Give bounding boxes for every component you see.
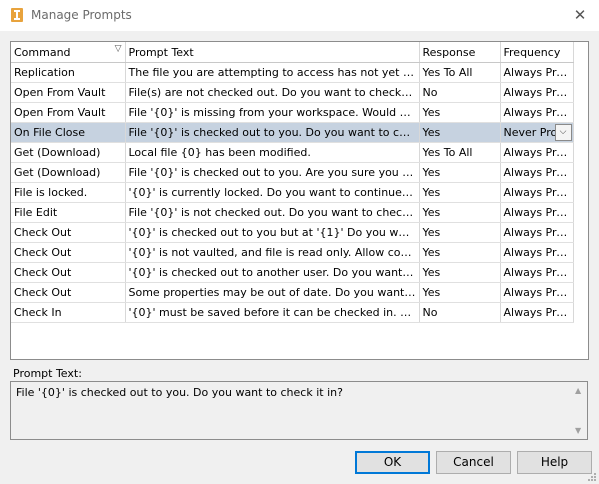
cell-frequency[interactable]: Always Prompt (500, 82, 574, 103)
cell-command: Open From Vault (11, 102, 126, 123)
table-row[interactable]: Check Out '{0}' is checked out to another… (11, 262, 574, 283)
cell-command: File is locked. (11, 182, 126, 203)
cell-response[interactable]: Yes (419, 222, 501, 243)
prompt-text-field[interactable]: File '{0}' is checked out to you. Do you… (10, 381, 588, 440)
scroll-down-icon[interactable]: ▼ (575, 426, 581, 435)
table-row[interactable]: Check In '{0}' must be saved before it ca… (11, 302, 574, 323)
cell-prompt: '{0}' is not vaulted, and file is read o… (125, 242, 420, 263)
cell-response[interactable]: Yes (419, 282, 501, 303)
table-row[interactable]: Check Out '{0}' is checked out to you but… (11, 222, 574, 243)
cell-frequency[interactable]: Always Prompt (500, 222, 574, 243)
table-row[interactable]: Get (Download) Local file {0} has been mo… (11, 142, 574, 163)
resize-grip-icon[interactable] (587, 472, 597, 482)
table-header: Command ▽ Prompt Text Response Frequency (11, 42, 574, 63)
table-row[interactable]: Replication The file you are attempting t… (11, 62, 574, 83)
cell-response[interactable]: Yes To All (419, 62, 501, 83)
cell-prompt: Some properties may be out of date. Do y… (125, 282, 420, 303)
inventor-app-icon (11, 8, 23, 22)
cell-prompt: File '{0}' is not checked out. Do you wa… (125, 202, 420, 223)
cell-command: Check Out (11, 262, 126, 283)
cell-prompt: File '{0}' is missing from your workspac… (125, 102, 420, 123)
frequency-dropdown[interactable]: Never Prompt ⌵ (500, 122, 574, 143)
cell-command: Get (Download) (11, 162, 126, 183)
cell-response[interactable]: Yes To All (419, 142, 501, 163)
cell-command: Check Out (11, 282, 126, 303)
cell-frequency[interactable]: Always Prompt (500, 182, 574, 203)
cell-response[interactable]: No (419, 302, 501, 323)
table-row[interactable]: Get (Download) File '{0}' is checked out … (11, 162, 574, 183)
cell-response[interactable]: Yes (419, 122, 501, 143)
cell-prompt: File '{0}' is checked out to you. Are yo… (125, 162, 420, 183)
cell-prompt: '{0}' is currently locked. Do you want t… (125, 182, 420, 203)
table-row[interactable]: Check Out '{0}' is not vaulted, and file … (11, 242, 574, 263)
cell-command: On File Close (11, 122, 126, 143)
table-row-selected[interactable]: On File Close File '{0}' is checked out t… (11, 122, 574, 143)
table-row[interactable]: Open From Vault File '{0}' is missing fro… (11, 102, 574, 123)
cell-command: Replication (11, 62, 126, 83)
prompt-text-label: Prompt Text: (13, 367, 82, 380)
cell-response[interactable]: Yes (419, 102, 501, 123)
help-button[interactable]: Help (517, 451, 592, 474)
cell-command: Check Out (11, 242, 126, 263)
column-header-response[interactable]: Response (419, 42, 501, 63)
cell-prompt: File '{0}' is checked out to you. Do you… (125, 122, 420, 143)
table-row[interactable]: Check Out Some properties may be out of d… (11, 282, 574, 303)
cell-command: File Edit (11, 202, 126, 223)
grid-scroll-area (574, 42, 588, 359)
cell-response[interactable]: Yes (419, 162, 501, 183)
cell-prompt: '{0}' is checked out to another user. Do… (125, 262, 420, 283)
column-header-prompt-text[interactable]: Prompt Text (125, 42, 420, 63)
cell-prompt: '{0}' must be saved before it can be che… (125, 302, 420, 323)
cell-command: Get (Download) (11, 142, 126, 163)
prompts-table: Command ▽ Prompt Text Response Frequency … (11, 42, 574, 323)
column-header-frequency[interactable]: Frequency (500, 42, 574, 63)
cell-frequency[interactable]: Always Prompt (500, 162, 574, 183)
cell-frequency[interactable]: Always Prompt (500, 202, 574, 223)
cell-response[interactable]: Yes (419, 262, 501, 283)
prompt-text-value: File '{0}' is checked out to you. Do you… (16, 386, 343, 399)
cell-prompt: '{0}' is checked out to you but at '{1}'… (125, 222, 420, 243)
window-title: Manage Prompts (31, 8, 132, 22)
cell-frequency[interactable]: Always Prompt (500, 142, 574, 163)
close-icon[interactable]: ✕ (569, 4, 591, 26)
cell-frequency[interactable]: Always Prompt (500, 242, 574, 263)
chevron-down-icon[interactable]: ⌵ (554, 124, 572, 141)
scroll-up-icon[interactable]: ▲ (575, 386, 581, 395)
cell-command: Check Out (11, 222, 126, 243)
cell-prompt: File(s) are not checked out. Do you want… (125, 82, 420, 103)
cell-frequency[interactable]: Always Prompt (500, 102, 574, 123)
column-header-command[interactable]: Command ▽ (11, 42, 126, 63)
cell-response[interactable]: No (419, 82, 501, 103)
table-row[interactable]: Open From Vault File(s) are not checked o… (11, 82, 574, 103)
cell-frequency[interactable]: Always Prompt (500, 282, 574, 303)
prompts-grid: Command ▽ Prompt Text Response Frequency … (10, 41, 589, 360)
cell-frequency[interactable]: Always Prompt (500, 62, 574, 83)
cell-command: Check In (11, 302, 126, 323)
ok-button[interactable]: OK (355, 451, 430, 474)
cell-response[interactable]: Yes (419, 182, 501, 203)
cell-response[interactable]: Yes (419, 242, 501, 263)
cell-prompt: The file you are attempting to access ha… (125, 62, 420, 83)
sort-indicator-icon: ▽ (114, 44, 122, 54)
cell-command: Open From Vault (11, 82, 126, 103)
cell-frequency[interactable]: Always Prompt (500, 302, 574, 323)
cancel-button[interactable]: Cancel (436, 451, 511, 474)
cell-frequency[interactable]: Always Prompt (500, 262, 574, 283)
prompt-text-scrollbar[interactable]: ▲ ▼ (571, 382, 587, 439)
table-row[interactable]: File Edit File '{0}' is not checked out. … (11, 202, 574, 223)
table-row[interactable]: File is locked. '{0}' is currently locked… (11, 182, 574, 203)
cell-response[interactable]: Yes (419, 202, 501, 223)
title-bar: Manage Prompts ✕ (0, 0, 599, 31)
cell-prompt: Local file {0} has been modified. (125, 142, 420, 163)
